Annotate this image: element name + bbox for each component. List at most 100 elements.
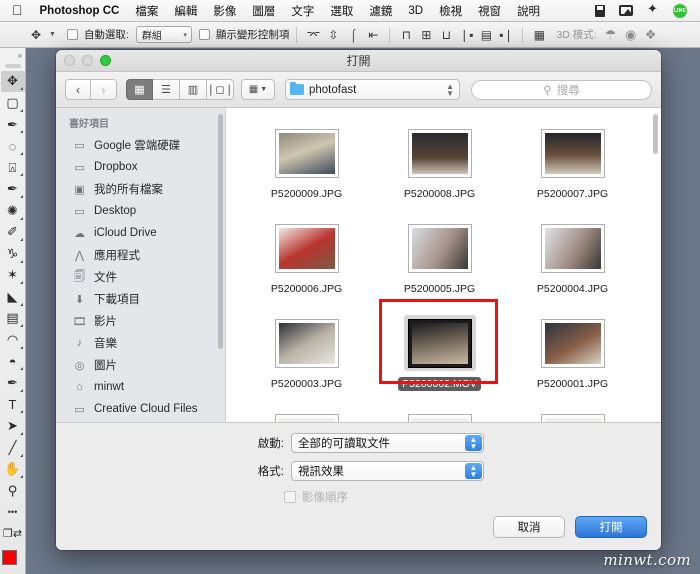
menu-item-type[interactable]: 文字 <box>283 3 322 19</box>
tool-crop-tool[interactable]: ⍓ <box>1 157 25 179</box>
file-cell[interactable]: P5200006.JPG <box>240 213 373 308</box>
cancel-button[interactable]: 取消 <box>493 516 565 538</box>
auto-select-scope-dropdown[interactable]: 群組 <box>135 26 192 43</box>
pan-3d-icon[interactable]: ❖ <box>642 26 660 44</box>
back-button[interactable]: ‹ <box>65 79 91 100</box>
sidebar-item-1[interactable]: ▭ Dropbox <box>56 156 225 178</box>
tool-dodge-tool[interactable]: ◓ <box>1 351 25 373</box>
menu-item-app[interactable]: Photoshop CC <box>32 5 128 17</box>
apple-icon[interactable]:  <box>6 3 32 18</box>
distribute-spacing-icon[interactable]: ▦ <box>530 26 548 44</box>
foreground-color-swatch[interactable] <box>1 549 17 565</box>
tool-marquee-tool[interactable]: ▢ <box>1 92 25 114</box>
sidebar-item-11[interactable]: ⌂ minwt <box>56 376 225 398</box>
tool-more-tools[interactable]: ••• <box>1 502 25 524</box>
file-thumbnail-wrapper[interactable] <box>271 220 343 276</box>
tool-screen-mode[interactable]: ❐⇄ <box>1 523 25 545</box>
image-sequence-checkbox[interactable] <box>284 491 296 503</box>
file-cell-partial[interactable] <box>373 403 506 422</box>
file-thumbnail-wrapper[interactable] <box>403 315 476 371</box>
menu-item-filter[interactable]: 濾鏡 <box>361 3 400 19</box>
file-thumbnail-wrapper[interactable] <box>271 315 343 371</box>
align-bottom-icon[interactable]: ⌠ <box>344 26 362 44</box>
sidebar-item-6[interactable]: 🗐 文件 <box>56 266 225 288</box>
file-cell[interactable]: P5200009.JPG <box>240 118 373 213</box>
tool-type-tool[interactable]: T <box>1 394 25 416</box>
tool-gradient-tool[interactable]: ▤ <box>1 308 25 330</box>
coverflow-view-button[interactable]: ❘◻❘ <box>206 79 234 100</box>
current-folder-dropdown[interactable]: photofast ▲ ▼ <box>285 79 460 100</box>
enable-dropdown[interactable]: 全部的可讀取文件 ▲ ▼ <box>291 433 484 453</box>
move-tool-icon[interactable]: ✥ <box>26 26 46 44</box>
file-cell[interactable]: P5200004.JPG <box>506 213 639 308</box>
menu-item-3d[interactable]: 3D <box>400 5 431 17</box>
tool-move-tool[interactable]: ✥ <box>0 70 25 93</box>
file-cell-partial[interactable] <box>506 403 639 422</box>
panel-grip[interactable] <box>4 63 21 68</box>
file-area-scrollbar[interactable] <box>653 114 658 154</box>
tool-eraser-tool[interactable]: ◣ <box>1 286 25 308</box>
tool-quick-selection-tool[interactable]: ◌ <box>1 135 25 157</box>
file-thumbnail-wrapper[interactable] <box>537 315 609 371</box>
tool-clone-stamp-tool[interactable]: ♑ <box>1 243 25 265</box>
sidebar-item-0[interactable]: ▭ Google 雲端硬碟 <box>56 134 225 156</box>
tool-preset-chevron-down-icon[interactable]: ▼ <box>48 31 60 38</box>
align-left-icon[interactable]: ⇤ <box>364 26 382 44</box>
file-cell-partial[interactable] <box>240 403 373 422</box>
sidebar-item-5[interactable]: ⋀ 應用程式 <box>56 244 225 266</box>
file-browser-area[interactable]: P5200009.JPG P5200008.JPG P5200007.JPG P520… <box>226 108 661 422</box>
menu-item-file[interactable]: 檔案 <box>127 3 166 19</box>
menu-item-image[interactable]: 影像 <box>205 3 244 19</box>
menu-item-help[interactable]: 說明 <box>509 3 548 19</box>
tool-blur-tool[interactable]: ◠ <box>1 329 25 351</box>
distribute-right-icon[interactable]: ▪❘ <box>497 26 515 44</box>
file-thumbnail-wrapper[interactable] <box>404 220 476 276</box>
forward-button[interactable]: › <box>91 79 117 100</box>
collapse-panel-icon[interactable]: » <box>0 50 25 62</box>
airplay-icon[interactable] <box>612 5 640 16</box>
distribute-left-icon[interactable]: ❘▪ <box>457 26 475 44</box>
open-button[interactable]: 打開 <box>575 516 647 538</box>
sidebar-item-10[interactable]: ◎ 圖片 <box>56 354 225 376</box>
disk-icon[interactable] <box>588 4 612 17</box>
menu-item-layer[interactable]: 圖層 <box>244 3 283 19</box>
distribute-top-icon[interactable]: ⊓ <box>397 26 415 44</box>
distribute-bottom-icon[interactable]: ⊔ <box>437 26 455 44</box>
menu-item-window[interactable]: 視窗 <box>470 3 509 19</box>
menu-item-edit[interactable]: 編輯 <box>166 3 205 19</box>
file-cell[interactable]: P5200002.MOV <box>373 308 506 403</box>
tool-healing-brush-tool[interactable]: ✺ <box>1 200 25 222</box>
tool-eyedropper-tool[interactable]: ✒ <box>1 178 25 200</box>
show-transform-controls-checkbox[interactable] <box>198 29 210 40</box>
tool-hand-tool[interactable]: ✋ <box>1 459 25 481</box>
column-view-button[interactable]: ▥ <box>180 79 207 100</box>
file-thumbnail-wrapper[interactable] <box>404 410 476 422</box>
auto-select-checkbox[interactable] <box>66 29 78 40</box>
tool-pen-tool[interactable]: ✒ <box>1 372 25 394</box>
file-thumbnail-wrapper[interactable] <box>271 125 343 181</box>
roll-3d-icon[interactable]: ◉ <box>622 26 640 44</box>
file-thumbnail-wrapper[interactable] <box>537 125 609 181</box>
sidebar-item-12[interactable]: ▭ Creative Cloud Files <box>56 398 225 420</box>
search-field[interactable]: ⚲ 搜尋 <box>471 79 652 100</box>
arrange-by-button[interactable]: ▦ ▼ <box>241 79 275 100</box>
color-swatches[interactable] <box>1 549 25 574</box>
tool-zoom-tool[interactable]: ⚲ <box>1 480 25 502</box>
sidebar-item-2[interactable]: ▣ 我的所有檔案 <box>56 178 225 200</box>
align-vertical-center-icon[interactable]: ⇳ <box>324 26 342 44</box>
file-cell[interactable]: P5200003.JPG <box>240 308 373 403</box>
format-dropdown[interactable]: 視訊效果 ▲ ▼ <box>291 461 484 481</box>
bluetooth-icon[interactable] <box>640 1 666 18</box>
line-icon[interactable]: LINE <box>666 3 694 18</box>
distribute-horizontal-icon[interactable]: ▤ <box>477 26 495 44</box>
tool-lasso-tool[interactable]: ✒ <box>1 114 25 136</box>
align-top-icon[interactable]: ⌤ <box>304 26 322 44</box>
file-thumbnail-wrapper[interactable] <box>271 410 343 422</box>
dialog-titlebar[interactable]: 打開 <box>56 50 661 72</box>
tool-path-selection-tool[interactable]: ➤ <box>1 415 25 437</box>
sidebar-item-3[interactable]: ▭ Desktop <box>56 200 225 222</box>
orbit-3d-icon[interactable]: ☂ <box>602 26 620 44</box>
sidebar-item-4[interactable]: ☁ iCloud Drive <box>56 222 225 244</box>
file-cell[interactable]: P5200007.JPG <box>506 118 639 213</box>
file-cell[interactable]: P5200005.JPG <box>373 213 506 308</box>
